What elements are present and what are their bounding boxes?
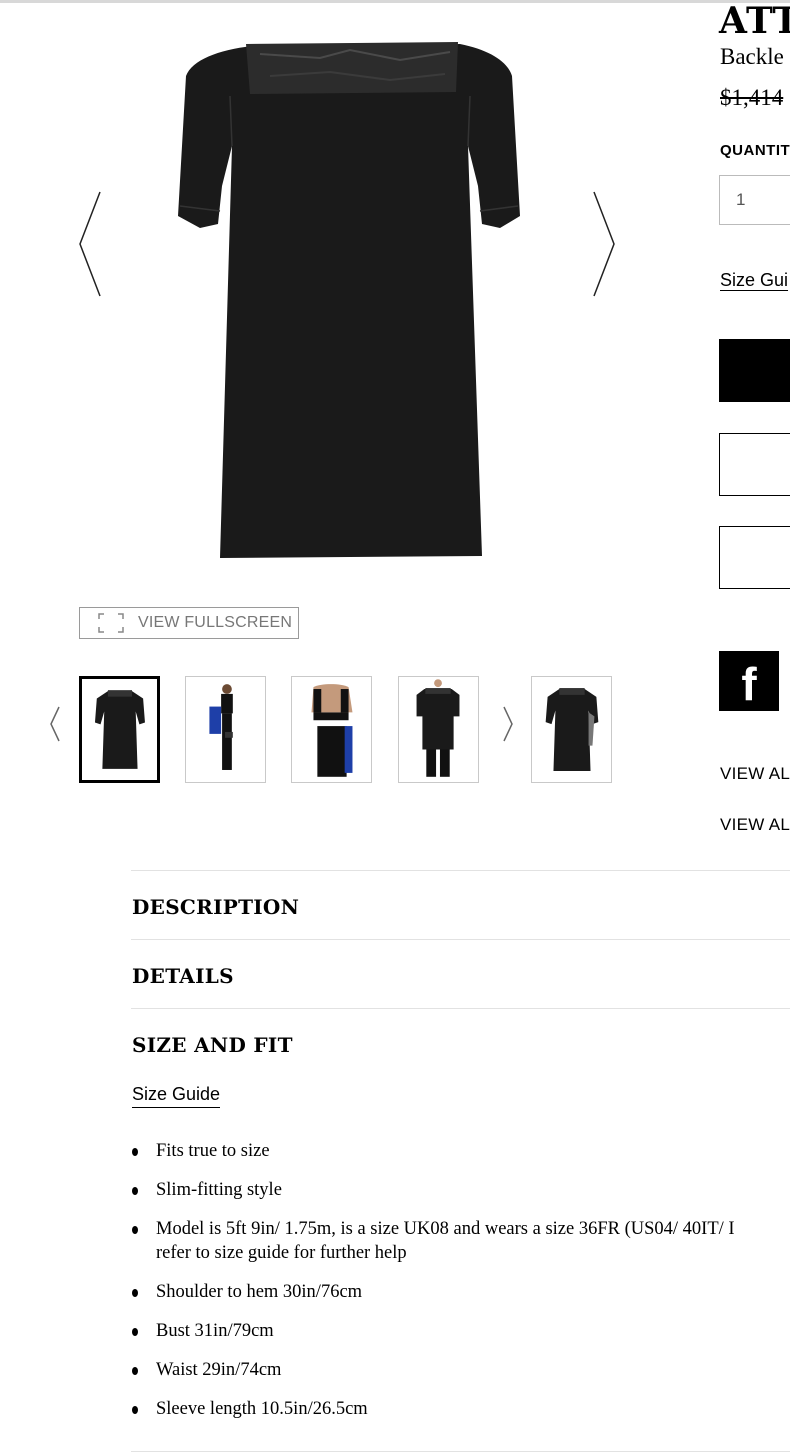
size-fit-item: Bust 31in/79cm: [132, 1319, 790, 1343]
size-guide-link[interactable]: Size Gui: [720, 270, 788, 291]
brand-name: ATT: [719, 0, 790, 42]
next-image-arrow-icon[interactable]: [588, 190, 618, 298]
details-section-header[interactable]: DETAILS: [132, 964, 234, 988]
section-divider: [131, 939, 790, 940]
add-to-bag-button[interactable]: [719, 339, 790, 402]
thumbnail-1[interactable]: [79, 676, 160, 783]
size-fit-item: Sleeve length 10.5in/26.5cm: [132, 1397, 790, 1421]
quantity-label: QUANTIT: [720, 142, 790, 159]
size-fit-list: Fits true to size Slim-fitting style Mod…: [132, 1139, 790, 1436]
product-main-image: [160, 36, 540, 566]
thumbnails-prev-arrow-icon[interactable]: [48, 706, 62, 742]
section-divider: [131, 1008, 790, 1009]
view-fullscreen-button[interactable]: VIEW FULLSCREEN: [79, 607, 299, 639]
size-fit-item: Model is 5ft 9in/ 1.75m, is a size UK08 …: [132, 1217, 790, 1265]
size-fit-item: Fits true to size: [132, 1139, 790, 1163]
size-fit-item: Waist 29in/74cm: [132, 1358, 790, 1382]
size-fit-item: Slim-fitting style: [132, 1178, 790, 1202]
product-name: Backle: [720, 44, 784, 69]
size-guide-link-bottom[interactable]: Size Guide: [132, 1084, 221, 1108]
thumbnail-2[interactable]: [185, 676, 266, 783]
description-section-header[interactable]: DESCRIPTION: [132, 895, 299, 919]
thumbnail-4[interactable]: [398, 676, 479, 783]
thumbnails-next-arrow-icon[interactable]: [501, 706, 515, 742]
tertiary-action-button[interactable]: [719, 526, 790, 589]
product-price: $1,414: [720, 85, 784, 110]
section-divider: [131, 870, 790, 871]
facebook-share-icon[interactable]: f: [719, 651, 779, 711]
quantity-input[interactable]: 1: [719, 175, 790, 225]
previous-image-arrow-icon[interactable]: [76, 190, 106, 298]
size-and-fit-section-header[interactable]: SIZE AND FIT: [132, 1033, 293, 1057]
size-fit-item: Shoulder to hem 30in/76cm: [132, 1280, 790, 1304]
section-divider: [131, 1451, 790, 1452]
view-fullscreen-label: VIEW FULLSCREEN: [138, 614, 293, 631]
view-all-link-2[interactable]: VIEW ALL: [720, 815, 790, 835]
fullscreen-icon: [98, 613, 124, 633]
view-all-link-1[interactable]: VIEW ALL: [720, 764, 790, 784]
top-border: [0, 0, 790, 3]
secondary-action-button[interactable]: [719, 433, 790, 496]
thumbnail-5[interactable]: [531, 676, 612, 783]
thumbnail-3[interactable]: [291, 676, 372, 783]
